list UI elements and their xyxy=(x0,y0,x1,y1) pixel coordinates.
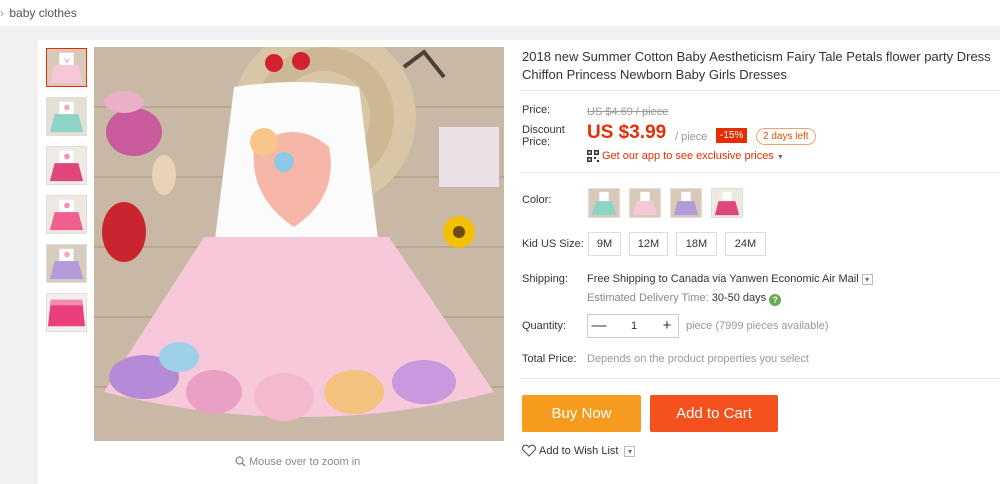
add-to-wish-list[interactable]: Add to Wish List ▾ xyxy=(521,444,636,457)
add-to-cart-button[interactable]: Add to Cart xyxy=(650,395,778,432)
shipping-method[interactable]: Free Shipping to Canada via Yanwen Econo… xyxy=(587,273,873,285)
color-swatch-purple[interactable] xyxy=(670,188,702,218)
delivery-estimate-label: Estimated Delivery Time: xyxy=(587,292,709,304)
price-label: Price: xyxy=(522,104,551,116)
size-label: Kid US Size: xyxy=(522,238,584,250)
price-unit: / piece xyxy=(675,131,708,143)
chevron-down-icon: ▼ xyxy=(776,154,784,161)
heart-icon xyxy=(521,444,537,457)
wish-list-dropdown-icon[interactable]: ▾ xyxy=(624,446,636,457)
days-left-badge: 2 days left xyxy=(756,128,816,145)
size-option-24m[interactable]: 24M xyxy=(725,232,766,256)
magnifier-icon xyxy=(235,456,246,467)
discount-price: US $3.99 xyxy=(587,122,667,143)
total-price-value: Depends on the product properties you se… xyxy=(587,353,809,365)
quantity-stepper: — 1 + xyxy=(587,314,679,338)
product-main-image[interactable] xyxy=(94,47,504,441)
options-bottom-divider xyxy=(520,378,1000,379)
delivery-estimate-value: 30-50 days xyxy=(711,292,767,304)
title-divider xyxy=(520,90,1000,91)
help-icon[interactable]: ? xyxy=(769,294,782,306)
color-swatch-pink-light[interactable] xyxy=(629,188,661,218)
wish-list-text: Add to Wish List xyxy=(539,445,619,457)
zoom-hint-text: Mouse over to zoom in xyxy=(249,456,361,468)
zoom-hint: Mouse over to zoom in xyxy=(235,456,360,468)
quantity-increase-button[interactable]: + xyxy=(656,315,678,337)
original-price: US $4.69 / piece xyxy=(587,106,669,118)
options-top-divider xyxy=(520,172,1000,173)
app-promo-link[interactable]: Get our app to see exclusive prices ▼ xyxy=(587,150,784,165)
thumbnail-1[interactable] xyxy=(46,48,87,87)
quantity-decrease-button[interactable]: — xyxy=(588,315,610,337)
quantity-label: Quantity: xyxy=(522,320,567,332)
breadcrumb-separator: › xyxy=(0,6,4,20)
stock-availability: piece (7999 pieces available) xyxy=(686,320,829,332)
color-label: Color: xyxy=(522,194,552,206)
breadcrumb: › baby clothes xyxy=(0,0,1000,26)
shipping-dropdown-icon[interactable]: ▾ xyxy=(861,274,873,285)
thumbnail-3[interactable] xyxy=(46,146,87,185)
discount-price-label: Discount Price: xyxy=(522,124,565,148)
thumbnail-5[interactable] xyxy=(46,244,87,283)
size-option-12m[interactable]: 12M xyxy=(629,232,668,256)
thumbnail-6[interactable] xyxy=(46,293,87,332)
size-option-9m[interactable]: 9M xyxy=(588,232,621,256)
size-option-18m[interactable]: 18M xyxy=(676,232,717,256)
thumbnail-4[interactable] xyxy=(46,195,87,234)
thumbnail-list xyxy=(46,48,88,342)
breadcrumb-item[interactable]: baby clothes xyxy=(9,6,76,20)
buy-now-button[interactable]: Buy Now xyxy=(522,395,641,432)
shipping-label: Shipping: xyxy=(522,273,568,285)
thumbnail-2[interactable] xyxy=(46,97,87,136)
color-swatch-rose[interactable] xyxy=(711,188,743,218)
discount-badge: -15% xyxy=(716,128,748,143)
delivery-estimate: Estimated Delivery Time: 30-50 days? xyxy=(587,292,782,306)
qr-code-icon xyxy=(587,150,599,165)
shipping-method-text: Free Shipping to Canada via Yanwen Econo… xyxy=(587,273,859,285)
quantity-input[interactable]: 1 xyxy=(612,315,656,337)
total-price-label: Total Price: xyxy=(522,353,577,365)
app-promo-text: Get our app to see exclusive prices xyxy=(602,150,774,162)
product-title: 2018 new Summer Cotton Baby Aestheticism… xyxy=(522,49,991,82)
color-swatch-mint[interactable] xyxy=(588,188,620,218)
